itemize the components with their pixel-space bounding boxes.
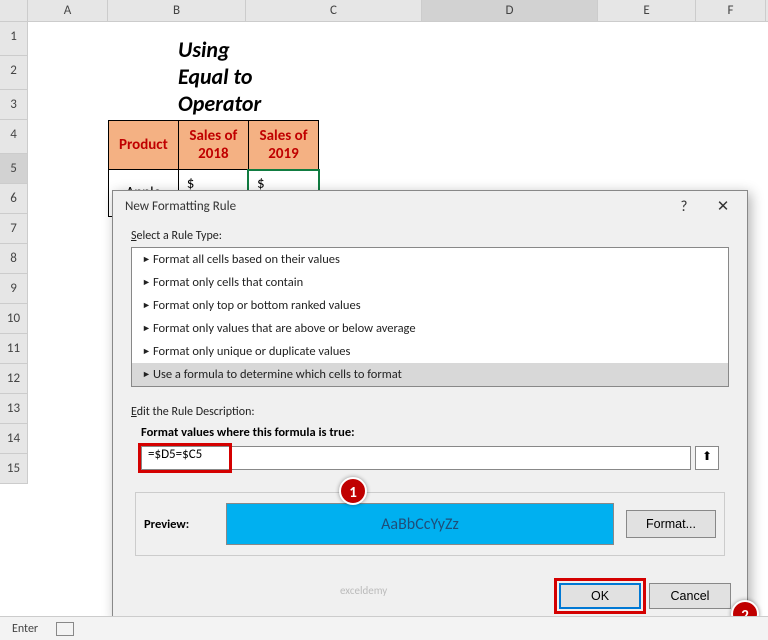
row-header-10[interactable]: 10 <box>0 304 27 334</box>
row-header-12[interactable]: 12 <box>0 364 27 394</box>
rule-option[interactable]: Format only top or bottom ranked values <box>132 294 728 317</box>
row-header-14[interactable]: 14 <box>0 424 27 454</box>
row-header-11[interactable]: 11 <box>0 334 27 364</box>
rule-option[interactable]: Format only unique or duplicate values <box>132 340 728 363</box>
row-header-1[interactable]: 1 <box>0 22 27 56</box>
cancel-button[interactable]: Cancel <box>649 583 731 609</box>
col-header-B[interactable]: B <box>108 0 246 21</box>
col-header-D[interactable]: D <box>422 0 598 21</box>
select-all-corner[interactable] <box>0 0 28 21</box>
status-bar: Enter <box>0 616 768 640</box>
rule-type-list[interactable]: Format all cells based on their values F… <box>131 247 729 387</box>
row-header-4[interactable]: 4 <box>0 120 27 154</box>
help-button[interactable]: ? <box>669 191 699 223</box>
collapse-dialog-icon[interactable]: ⬆ <box>695 446 719 470</box>
col-header-C[interactable]: C <box>246 0 422 21</box>
preview-sample: AaBbCcYyZz <box>226 503 614 545</box>
row-header-15[interactable]: 15 <box>0 454 27 484</box>
row-header-9[interactable]: 9 <box>0 274 27 304</box>
preview-section: Preview: AaBbCcYyZz Format... <box>135 492 725 556</box>
status-mode: Enter <box>12 622 38 636</box>
rule-type-label: Select a Rule Type: <box>131 229 729 243</box>
row-header-13[interactable]: 13 <box>0 394 27 424</box>
header-sales-2019[interactable]: Sales of 2019 <box>248 121 318 170</box>
formula-input[interactable]: =$D5=$C5 <box>141 446 691 470</box>
col-header-F[interactable]: F <box>696 0 766 21</box>
edit-description-label: Edit the Rule Description: <box>131 405 729 419</box>
row-headers: 1 2 3 4 5 6 7 8 9 10 11 12 13 14 15 <box>0 22 28 484</box>
close-button[interactable]: ✕ <box>705 191 741 223</box>
header-sales-2018[interactable]: Sales of 2018 <box>178 121 248 170</box>
dialog-titlebar[interactable]: New Formatting Rule ? ✕ <box>113 191 747 223</box>
new-formatting-rule-dialog: New Formatting Rule ? ✕ Select a Rule Ty… <box>112 190 748 620</box>
rule-option[interactable]: Format all cells based on their values <box>132 248 728 271</box>
page-title: Using Equal to Operator <box>178 36 261 117</box>
column-headers: A B C D E F <box>0 0 768 22</box>
dialog-title-text: New Formatting Rule <box>125 199 236 214</box>
watermark: exceldemy <box>340 584 387 597</box>
header-product[interactable]: Product <box>109 121 179 170</box>
row-header-3[interactable]: 3 <box>0 90 27 120</box>
row-header-8[interactable]: 8 <box>0 244 27 274</box>
callout-1: 1 <box>339 477 367 505</box>
rule-option[interactable]: Format only values that are above or bel… <box>132 317 728 340</box>
rule-option-selected[interactable]: Use a formula to determine which cells t… <box>132 363 728 386</box>
col-header-E[interactable]: E <box>598 0 696 21</box>
format-button[interactable]: Format... <box>626 510 716 538</box>
row-header-7[interactable]: 7 <box>0 214 27 244</box>
row-header-6[interactable]: 6 <box>0 184 27 214</box>
preview-label: Preview: <box>144 517 214 532</box>
row-header-5[interactable]: 5 <box>0 154 27 184</box>
ok-button[interactable]: OK <box>559 583 641 609</box>
rule-option[interactable]: Format only cells that contain <box>132 271 728 294</box>
col-header-A[interactable]: A <box>28 0 108 21</box>
formula-label: Format values where this formula is true… <box>141 425 729 440</box>
macro-recorder-icon[interactable] <box>56 622 74 636</box>
row-header-2[interactable]: 2 <box>0 56 27 90</box>
